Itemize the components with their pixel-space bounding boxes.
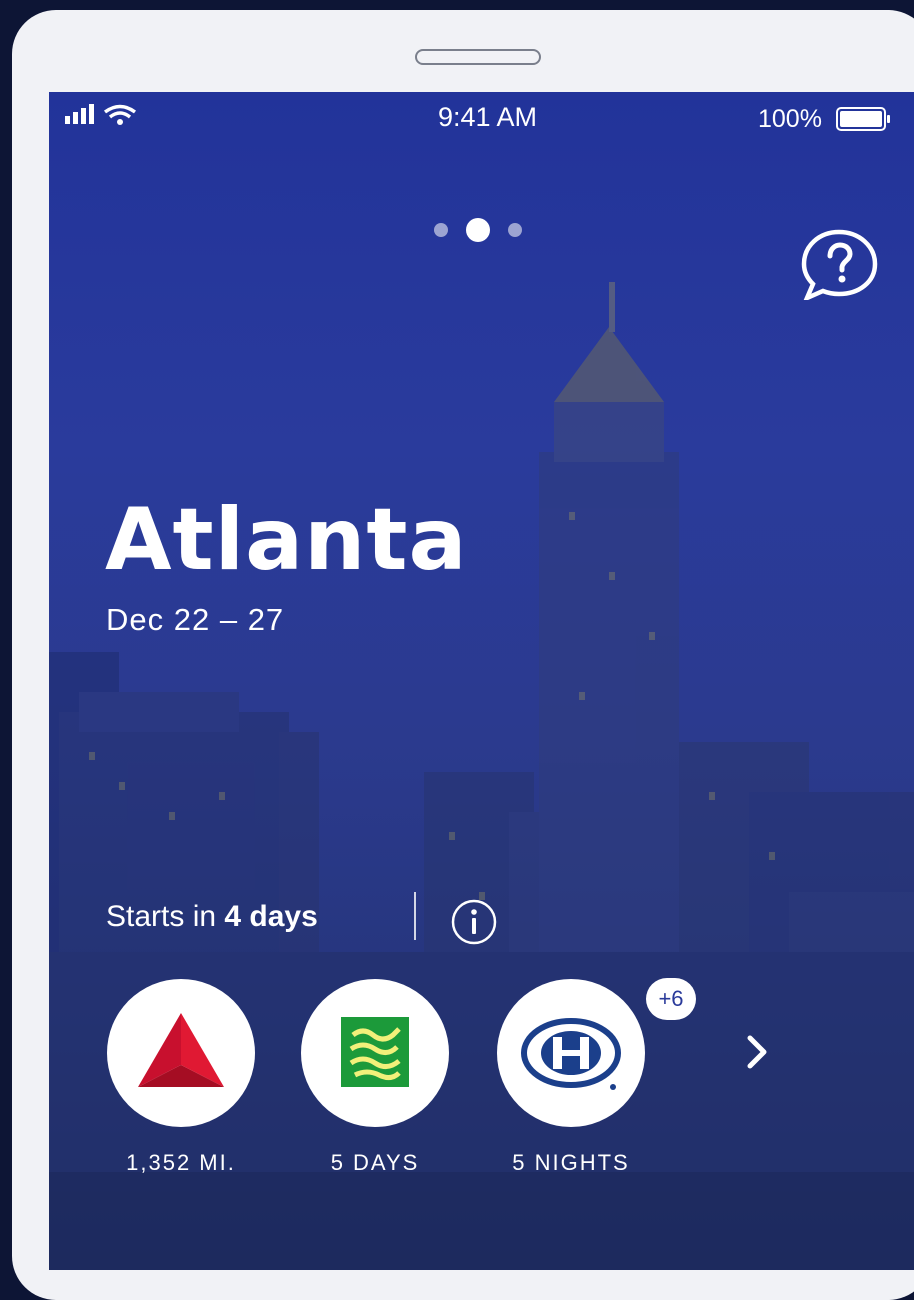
hotel-nights-label: 5 NIGHTS	[512, 1150, 630, 1175]
countdown-prefix: Starts in	[106, 900, 217, 933]
trip-countdown: Starts in 4 days	[106, 900, 318, 934]
question-chat-icon[interactable]	[801, 228, 881, 300]
status-bar: 9:41 AM 100%	[49, 92, 914, 148]
speaker-grille	[415, 49, 541, 65]
delta-logo-icon	[138, 1013, 224, 1087]
more-items-badge[interactable]: +6	[646, 978, 696, 1020]
chevron-right-icon[interactable]	[744, 1032, 772, 1072]
car-rental-duration-label: 5 DAYS	[330, 1150, 420, 1175]
info-icon[interactable]	[450, 898, 498, 946]
app-screen: 9:41 AM 100% Atlanta Dec 22 – 27 Starts …	[49, 92, 914, 1270]
hilton-logo-icon	[521, 1018, 621, 1090]
battery-icon	[836, 107, 890, 131]
car-rental-summary-button[interactable]	[301, 979, 449, 1127]
page-dot[interactable]	[434, 223, 448, 237]
flight-distance-label: 1,352 MI.	[126, 1150, 236, 1175]
battery-percent: 100%	[758, 105, 822, 133]
trip-dates: Dec 22 – 27	[106, 602, 285, 637]
flight-summary-button[interactable]	[107, 979, 255, 1127]
divider	[414, 892, 416, 940]
phone-frame: 9:41 AM 100% Atlanta Dec 22 – 27 Starts …	[12, 10, 914, 1300]
countdown-value: 4 days	[224, 900, 318, 933]
page-dot[interactable]	[508, 223, 522, 237]
car-rental-logo-icon	[341, 1017, 409, 1087]
page-dot-active[interactable]	[466, 218, 490, 242]
trip-city-title: Atlanta	[105, 490, 468, 590]
hotel-summary-button[interactable]	[497, 979, 645, 1127]
